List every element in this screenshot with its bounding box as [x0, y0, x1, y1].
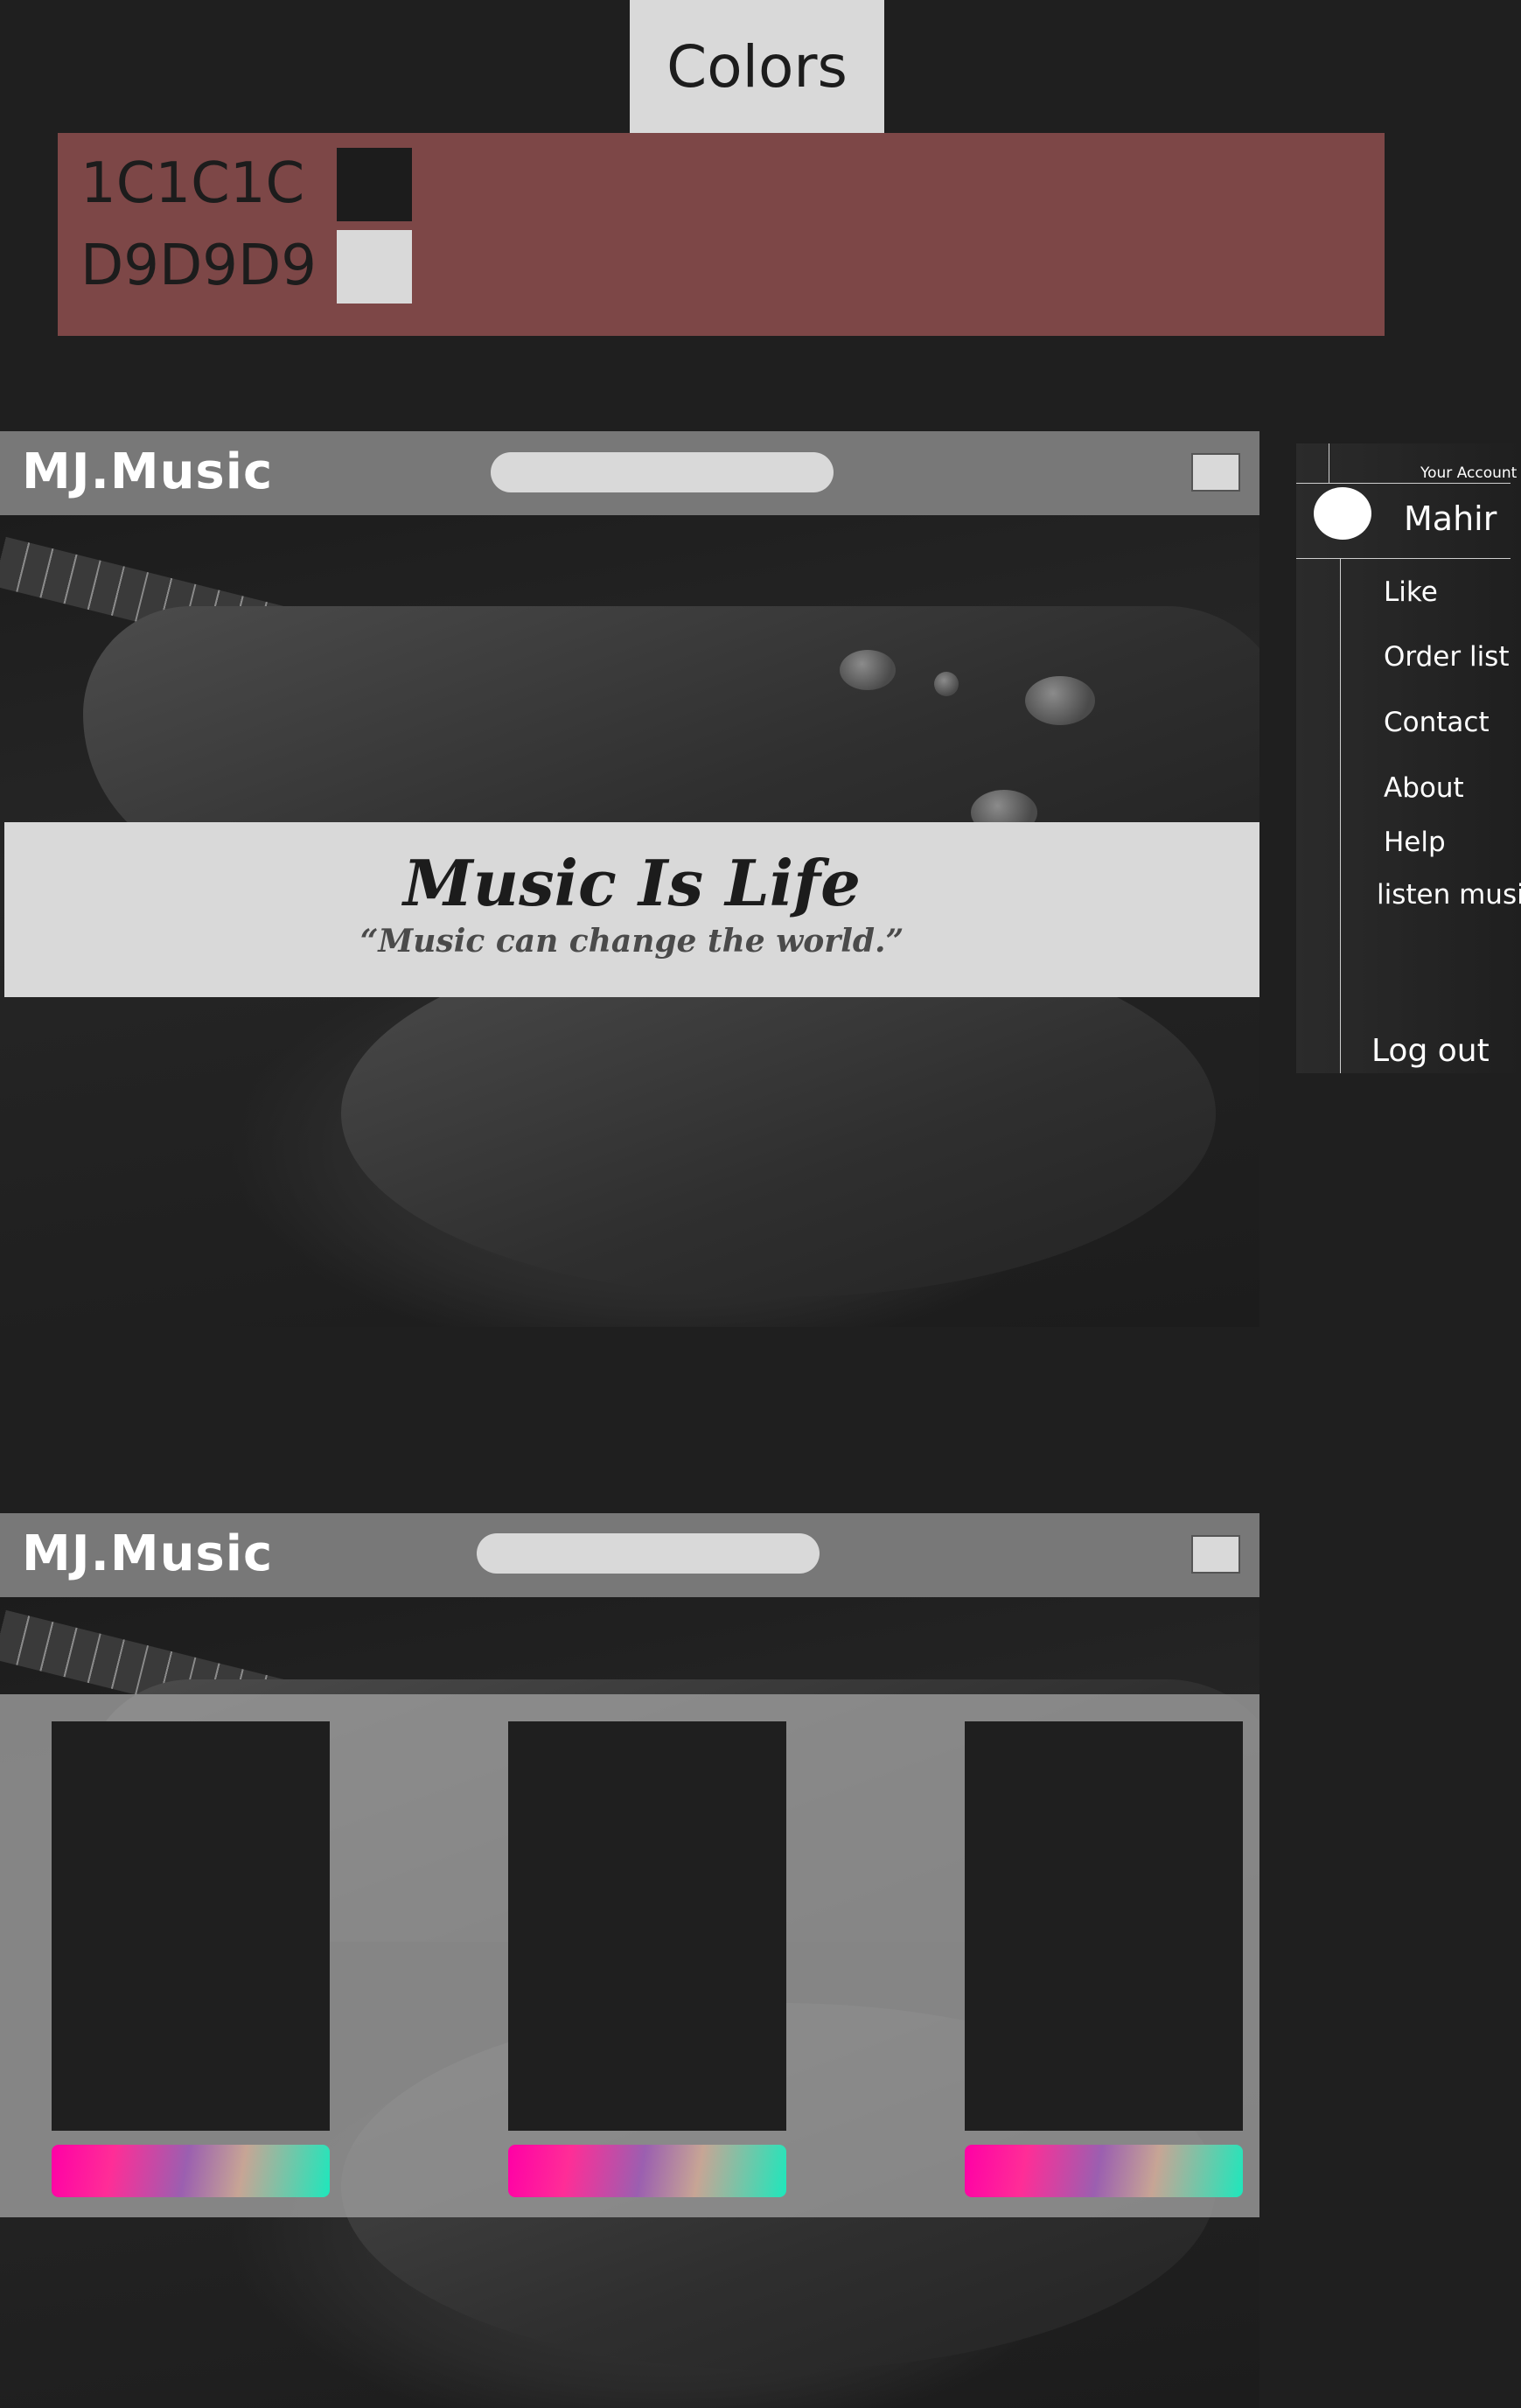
card-action-bar[interactable] [508, 2145, 786, 2197]
swatch-light [337, 230, 412, 304]
menu-icon[interactable] [1191, 1535, 1240, 1574]
menu-item-contact[interactable]: Contact [1384, 707, 1490, 738]
knob [1025, 676, 1095, 725]
knob [934, 672, 959, 696]
card-action-bar[interactable] [965, 2145, 1243, 2197]
swatch-dark [337, 148, 412, 221]
account-label: Your Account [1420, 464, 1518, 482]
account-panel: Your Account Mahir Like Order list Conta… [1296, 443, 1521, 1073]
hero-banner: Music Is Life “Music can change the worl… [4, 822, 1259, 997]
album-card[interactable] [52, 1721, 330, 2131]
search-input[interactable] [477, 1533, 820, 1574]
album-card[interactable] [965, 1721, 1243, 2131]
menu-item-listen-music[interactable]: listen music [1377, 879, 1521, 911]
menu-item-order-list[interactable]: Order list [1384, 641, 1509, 673]
top-bar: MJ.Music [0, 1513, 1259, 1597]
divider [1296, 483, 1511, 484]
brand-logo[interactable]: MJ.Music [22, 443, 273, 500]
hero-quote: “Music can change the world.” [359, 923, 904, 960]
menu-icon[interactable] [1191, 453, 1240, 492]
menu-item-help[interactable]: Help [1384, 827, 1446, 858]
menu-item-like[interactable]: Like [1384, 576, 1438, 608]
hero-title: Music Is Life [403, 846, 861, 920]
top-bar: MJ.Music [0, 431, 1259, 515]
avatar[interactable] [1314, 487, 1371, 540]
brand-logo[interactable]: MJ.Music [22, 1525, 273, 1582]
color-code-dark: 1C1C1C [80, 151, 305, 216]
account-name: Mahir [1404, 499, 1497, 538]
home-frame: MJ.Music Music Is Life “Music can change… [0, 431, 1259, 1327]
knob [840, 650, 896, 690]
divider [1340, 558, 1341, 1073]
search-input[interactable] [491, 452, 834, 492]
divider [1296, 558, 1511, 559]
logout-button[interactable]: Log out [1371, 1033, 1490, 1069]
color-code-light: D9D9D9 [80, 234, 317, 298]
card-strip [0, 1694, 1259, 2217]
card-action-bar[interactable] [52, 2145, 330, 2197]
menu-item-about[interactable]: About [1384, 772, 1464, 804]
colors-title: Colors [630, 0, 884, 133]
album-card[interactable] [508, 1721, 786, 2131]
